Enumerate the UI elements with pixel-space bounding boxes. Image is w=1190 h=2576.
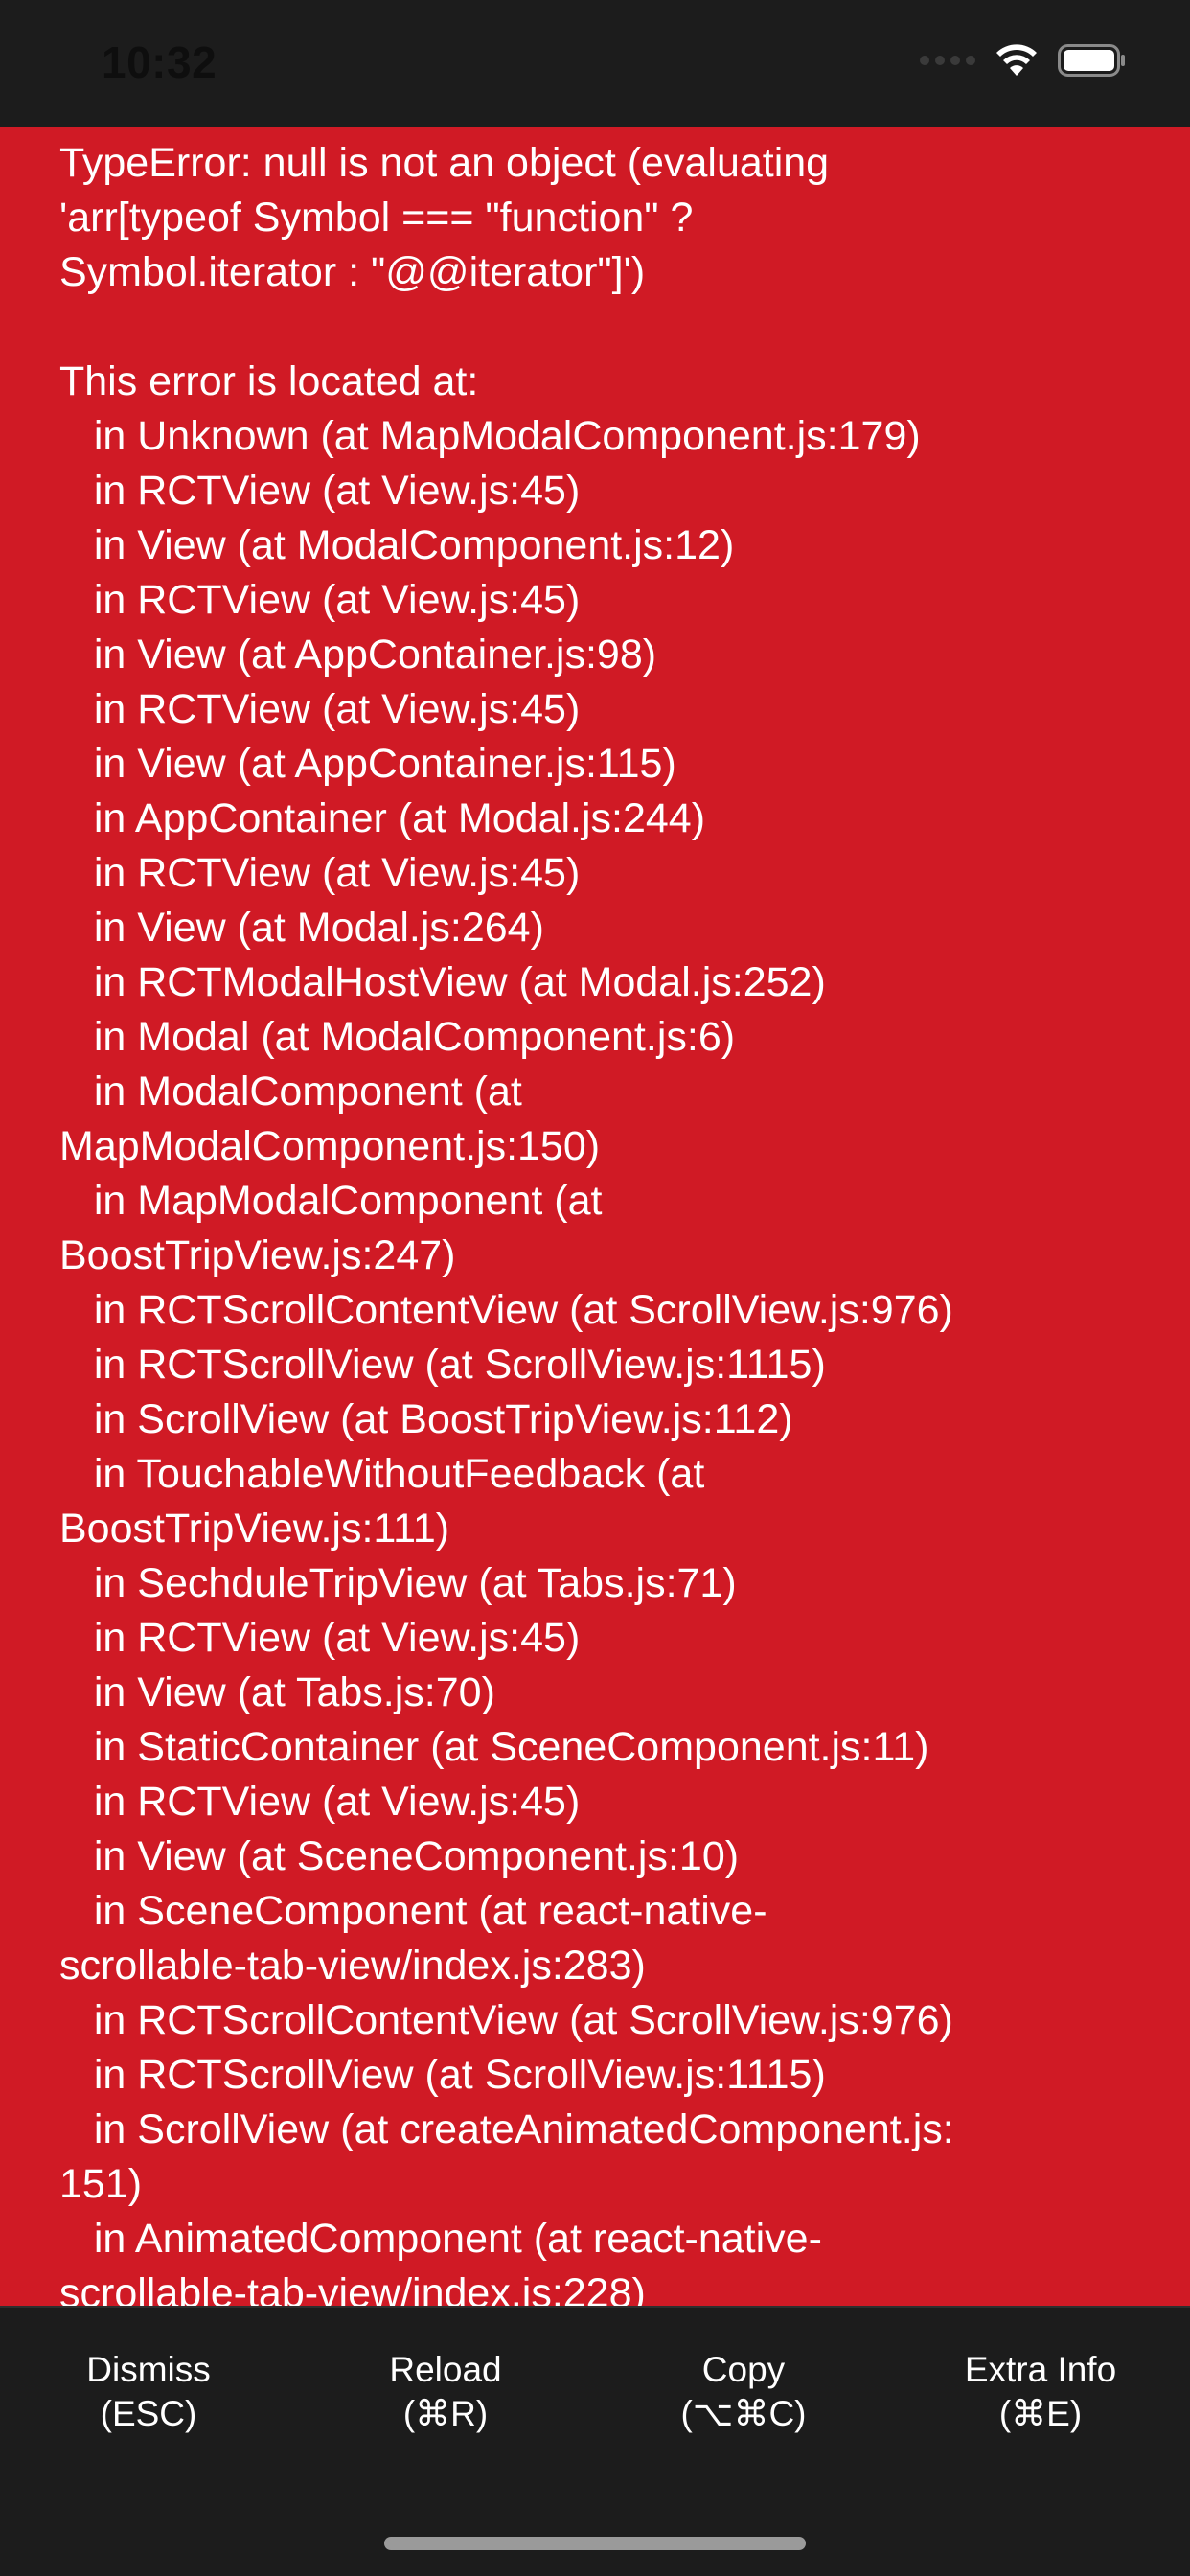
dismiss-label: Dismiss (86, 2350, 211, 2389)
stack-line: in AppContainer (at Modal.js:244) (59, 795, 706, 841)
battery-icon (1058, 44, 1125, 77)
stack-line: in RCTView (at View.js:45) (59, 686, 581, 732)
copy-shortcut: (⌥⌘C) (680, 2394, 807, 2433)
extra-info-shortcut: (⌘E) (998, 2394, 1083, 2433)
reload-button[interactable]: Reload (⌘R) (331, 2348, 561, 2436)
stack-line: in ModalComponent (at MapModalComponent.… (59, 1069, 601, 1169)
status-icons (920, 44, 1127, 77)
stack-line: in TouchableWithoutFeedback (at BoostTri… (59, 1451, 705, 1552)
dismiss-shortcut: (ESC) (100, 2394, 197, 2433)
stack-line: in RCTView (at View.js:45) (59, 577, 581, 623)
stack-line: in StaticContainer (at SceneComponent.js… (59, 1724, 929, 1770)
stack-line: in SechduleTripView (at Tabs.js:71) (59, 1560, 737, 1606)
extra-info-button[interactable]: Extra Info (⌘E) (926, 2348, 1156, 2436)
stack-line: in View (at Tabs.js:70) (59, 1669, 495, 1715)
stack-line: in AnimatedComponent (at react-native- s… (59, 2216, 822, 2306)
wifi-icon (996, 44, 1037, 76)
error-content: TypeError: null is not an object (evalua… (59, 136, 1142, 2306)
status-bar: 10:32 (0, 0, 1190, 126)
reload-label: Reload (389, 2350, 502, 2389)
stack-line: in ScrollView (at BoostTripView.js:112) (59, 1396, 793, 1442)
stack-line: in RCTScrollContentView (at ScrollView.j… (59, 1287, 953, 1333)
signal-dots-icon (920, 56, 975, 65)
stack-line: in RCTView (at View.js:45) (59, 850, 581, 896)
stack-line: in RCTView (at View.js:45) (59, 1779, 581, 1825)
redbox-toolbar: Dismiss (ESC) Reload (⌘R) Copy (⌥⌘C) Ext… (0, 2306, 1190, 2576)
stack-line: in SceneComponent (at react-native- scro… (59, 1888, 767, 1989)
stack-trace: in Unknown (at MapModalComponent.js:179)… (59, 409, 1142, 2306)
stack-line: in RCTScrollContentView (at ScrollView.j… (59, 1997, 953, 2043)
stack-line: in View (at AppContainer.js:115) (59, 741, 676, 787)
stack-line: in View (at SceneComponent.js:10) (59, 1833, 740, 1879)
stack-line: in RCTView (at View.js:45) (59, 1615, 581, 1661)
stack-line: in RCTScrollView (at ScrollView.js:1115) (59, 2052, 826, 2098)
redbox-error-screen: 10:32 TypeError: null is not an object (… (0, 0, 1190, 2576)
stack-line: in MapModalComponent (at BoostTripView.j… (59, 1178, 603, 1278)
located-header: This error is located at: (59, 358, 479, 404)
copy-button[interactable]: Copy (⌥⌘C) (629, 2348, 858, 2436)
home-indicator[interactable] (384, 2537, 806, 2550)
stack-line: in View (at ModalComponent.js:12) (59, 522, 735, 568)
stack-line: in Unknown (at MapModalComponent.js:179) (59, 413, 921, 459)
error-panel[interactable]: TypeError: null is not an object (evalua… (0, 126, 1190, 2306)
reload-shortcut: (⌘R) (402, 2394, 489, 2433)
error-message: TypeError: null is not an object (evalua… (59, 140, 830, 295)
stack-line: in RCTModalHostView (at Modal.js:252) (59, 959, 826, 1005)
stack-line: in ScrollView (at createAnimatedComponen… (59, 2106, 954, 2207)
stack-line: in RCTScrollView (at ScrollView.js:1115) (59, 1342, 826, 1388)
stack-line: in RCTView (at View.js:45) (59, 468, 581, 514)
status-time: 10:32 (102, 37, 217, 87)
dismiss-button[interactable]: Dismiss (ESC) (34, 2348, 263, 2436)
stack-line: in Modal (at ModalComponent.js:6) (59, 1014, 736, 1060)
stack-line: in View (at Modal.js:264) (59, 905, 544, 951)
stack-line: in View (at AppContainer.js:98) (59, 632, 657, 678)
extra-info-label: Extra Info (964, 2350, 1117, 2389)
copy-label: Copy (701, 2350, 786, 2389)
